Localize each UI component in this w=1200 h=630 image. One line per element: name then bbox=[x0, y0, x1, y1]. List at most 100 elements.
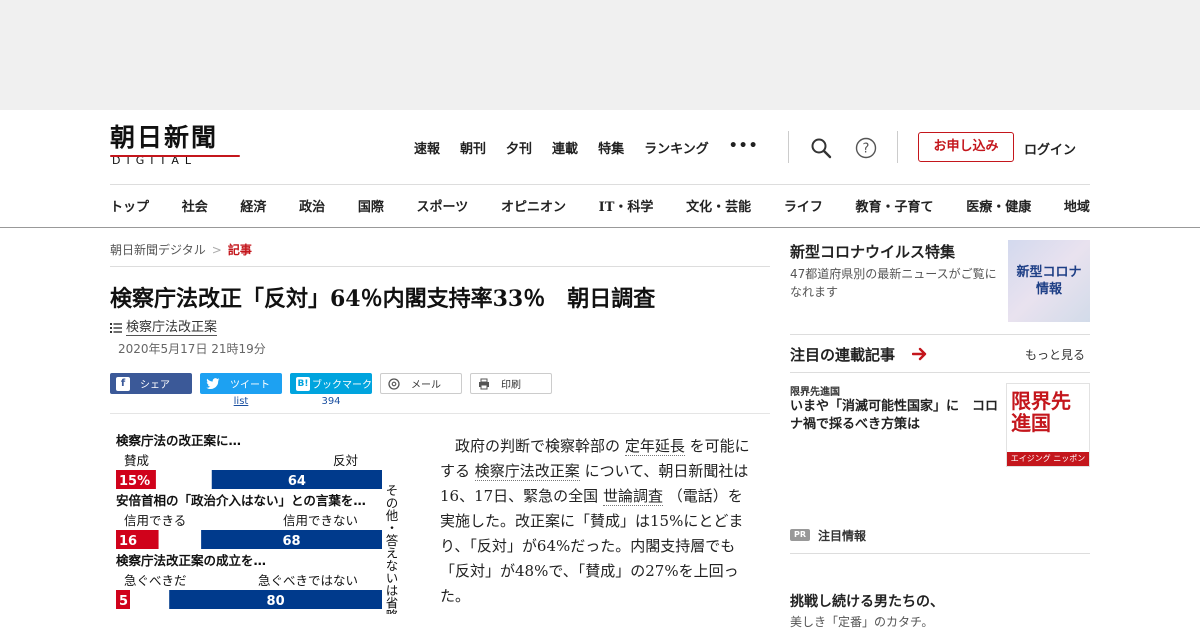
poll-chart: 検察庁法の改正案に… 賛成 反対 15% 64 安倍首相の「政治介入はない」との言葉を… 信… bbox=[116, 433, 399, 614]
serial-thumb-title: 限界先進国 bbox=[1011, 389, 1071, 435]
divider bbox=[110, 184, 1090, 185]
breadcrumb-home[interactable]: 朝日新聞デジタル bbox=[110, 243, 206, 257]
nav-rensai[interactable]: 連載 bbox=[552, 138, 578, 157]
mail-share-button[interactable]: メール bbox=[380, 373, 462, 394]
tag-link[interactable]: 検察庁法改正案 bbox=[126, 320, 218, 336]
poll-value-right: 64 bbox=[288, 474, 306, 489]
pr-badge: PR bbox=[790, 529, 810, 541]
poll-question: 検察庁法の改正案に… bbox=[116, 433, 241, 448]
serial-article-title[interactable]: いまや「消滅可能性国家」に コロナ禍で採るべき方策は bbox=[790, 398, 1002, 434]
corona-feature-title[interactable]: 新型コロナウイルス特集 bbox=[790, 241, 955, 262]
top-nav: 速報 朝刊 夕刊 連載 特集 ランキング ••• bbox=[414, 138, 779, 157]
poll-value-left: 15% bbox=[119, 474, 150, 489]
login-link[interactable]: ログイン bbox=[1024, 139, 1076, 158]
poll-right-label: 信用できない bbox=[283, 513, 358, 528]
body-link-kaiseian[interactable]: 検察庁法改正案 bbox=[474, 462, 580, 481]
divider bbox=[0, 227, 1200, 228]
serial-heading[interactable]: 注目の連載記事 bbox=[790, 344, 895, 365]
article-date: 2020年5月17日 21時19分 bbox=[118, 342, 266, 356]
twitter-share-button[interactable]: ツイート bbox=[200, 373, 282, 394]
nav-sokuho[interactable]: 速報 bbox=[414, 138, 440, 157]
category-top[interactable]: トップ bbox=[110, 196, 149, 215]
poll-right-label: 急ぐべきではない bbox=[258, 573, 358, 588]
pr-section-label: 注目情報 bbox=[818, 529, 867, 543]
poll-question: 安倍首相の「政治介入はない」との言葉を… bbox=[116, 493, 366, 508]
category-international[interactable]: 国際 bbox=[358, 196, 384, 215]
search-icon[interactable] bbox=[810, 137, 832, 159]
serial-category: 限界先進国 bbox=[790, 387, 840, 398]
facebook-share-label: シェア bbox=[140, 380, 170, 391]
category-health[interactable]: 医療・健康 bbox=[966, 196, 1031, 215]
hatena-bookmark-button[interactable]: B! ブックマーク bbox=[290, 373, 372, 394]
top-ad-area bbox=[0, 0, 1200, 110]
divider bbox=[790, 334, 1090, 335]
corona-thumb-text: 新型コロナ情報 bbox=[1016, 265, 1082, 297]
poll-value-right: 68 bbox=[283, 534, 301, 549]
hatena-share-label: ブックマーク bbox=[312, 380, 372, 391]
print-button[interactable]: 印刷 bbox=[470, 373, 552, 394]
article-title: 検察庁法改正「反対」64％内閣支持率33％ 朝日調査 bbox=[110, 286, 656, 312]
more-link[interactable]: もっと見る bbox=[1025, 346, 1085, 363]
hatena-icon: B! bbox=[296, 376, 310, 391]
mail-share-label: メール bbox=[411, 380, 441, 391]
category-politics[interactable]: 政治 bbox=[299, 196, 325, 215]
divider bbox=[790, 372, 1090, 373]
poll-left-label: 信用できる bbox=[124, 513, 186, 528]
body-link-teinen[interactable]: 定年延長 bbox=[624, 437, 685, 456]
nav-tokushu[interactable]: 特集 bbox=[598, 138, 624, 157]
serial-thumbnail[interactable]: 限界先進国 エイジング ニッポン bbox=[1006, 383, 1090, 467]
more-menu-icon[interactable]: ••• bbox=[729, 138, 759, 157]
twitter-count[interactable]: list bbox=[200, 396, 282, 407]
corona-thumbnail[interactable]: 新型コロナ情報 bbox=[1008, 240, 1090, 322]
divider bbox=[110, 266, 770, 267]
poll-right-label: 反対 bbox=[333, 453, 358, 468]
pr-article-title[interactable]: 挑戦し続ける男たちの、 bbox=[790, 591, 944, 611]
divider bbox=[110, 413, 770, 414]
divider bbox=[790, 553, 1090, 554]
breadcrumb-current: 記事 bbox=[227, 243, 252, 257]
list-icon bbox=[110, 322, 122, 333]
nav-choukan[interactable]: 朝刊 bbox=[460, 138, 486, 157]
category-culture[interactable]: 文化・芸能 bbox=[686, 196, 751, 215]
body-text: 政府の判断で検察幹部の bbox=[455, 437, 621, 455]
nav-ranking[interactable]: ランキング bbox=[644, 138, 709, 157]
mail-icon bbox=[387, 377, 401, 391]
header-divider bbox=[897, 131, 898, 163]
body-link-yoron[interactable]: 世論調査 bbox=[602, 487, 663, 506]
poll-value-right: 80 bbox=[267, 594, 285, 609]
category-sports[interactable]: スポーツ bbox=[417, 196, 469, 215]
apply-button[interactable]: お申し込み bbox=[918, 132, 1014, 162]
breadcrumb: 朝日新聞デジタル > 記事 bbox=[110, 241, 252, 258]
twitter-icon bbox=[206, 377, 220, 391]
category-nav: トップ 社会 経済 政治 国際 スポーツ オピニオン IT・科学 文化・芸能 ラ… bbox=[110, 196, 1090, 215]
category-opinion[interactable]: オピニオン bbox=[501, 196, 566, 215]
logo-underline bbox=[110, 155, 240, 157]
poll-value-left: 16 bbox=[119, 534, 137, 549]
hatena-count[interactable]: 394 bbox=[290, 396, 372, 407]
corona-feature-desc: 47都道府県別の最新ニュースがご覧になれます bbox=[790, 267, 997, 299]
category-education[interactable]: 教育・子育て bbox=[856, 196, 934, 215]
category-economy[interactable]: 経済 bbox=[240, 196, 266, 215]
svg-text:?: ? bbox=[863, 142, 870, 157]
category-life[interactable]: ライフ bbox=[784, 196, 823, 215]
breadcrumb-separator: > bbox=[211, 243, 222, 257]
poll-left-label: 賛成 bbox=[124, 453, 149, 468]
site-logo[interactable]: 朝日新聞 DIGITAL bbox=[110, 124, 240, 170]
poll-left-label: 急ぐべきだ bbox=[124, 573, 187, 588]
facebook-share-button[interactable]: f シェア bbox=[110, 373, 192, 394]
twitter-share-label: ツイート bbox=[230, 380, 270, 391]
poll-value-left: 5 bbox=[119, 594, 128, 609]
poll-side-note: その他・答えないは省略 bbox=[384, 484, 399, 614]
category-region[interactable]: 地域 bbox=[1064, 196, 1090, 215]
logo-main-text: 朝日新聞 bbox=[110, 123, 219, 152]
serial-thumb-band: エイジング ニッポン bbox=[1007, 452, 1089, 466]
print-icon bbox=[477, 377, 491, 391]
article-tag: 検察庁法改正案 bbox=[110, 316, 218, 336]
category-society[interactable]: 社会 bbox=[182, 196, 208, 215]
pr-article-subtitle: 美しき「定番」のカタチ。 bbox=[790, 615, 934, 629]
print-label: 印刷 bbox=[501, 380, 521, 391]
nav-yuukan[interactable]: 夕刊 bbox=[506, 138, 532, 157]
help-icon[interactable]: ? bbox=[855, 137, 877, 159]
category-it-science[interactable]: IT・科学 bbox=[599, 196, 654, 215]
poll-question: 検察庁法改正案の成立を… bbox=[116, 553, 266, 568]
